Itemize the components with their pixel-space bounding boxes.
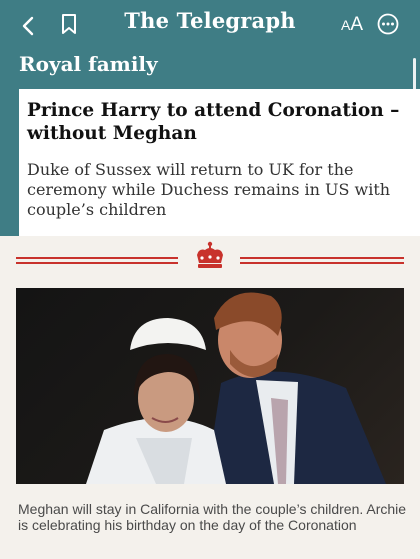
section-label[interactable]: Royal family — [19, 52, 158, 76]
article-image[interactable] — [16, 288, 404, 484]
headline-card: Prince Harry to attend Coronation – with… — [19, 89, 420, 236]
crown-icon — [193, 241, 227, 273]
scroll-indicator — [413, 58, 416, 90]
top-bar: The Telegraph AA — [0, 0, 420, 46]
divider-rule-left — [16, 257, 178, 264]
more-options-icon[interactable] — [375, 11, 401, 37]
image-caption: Meghan will stay in California with the … — [18, 501, 407, 533]
article-standfirst: Duke of Sussex will return to UK for the… — [27, 160, 391, 219]
text-size-large-label: A — [350, 14, 364, 35]
article-headline: Prince Harry to attend Coronation – with… — [27, 100, 400, 144]
text-size-icon[interactable]: AA — [338, 12, 366, 38]
divider-rule-right — [240, 257, 404, 264]
text-size-small-label: A — [340, 17, 351, 33]
